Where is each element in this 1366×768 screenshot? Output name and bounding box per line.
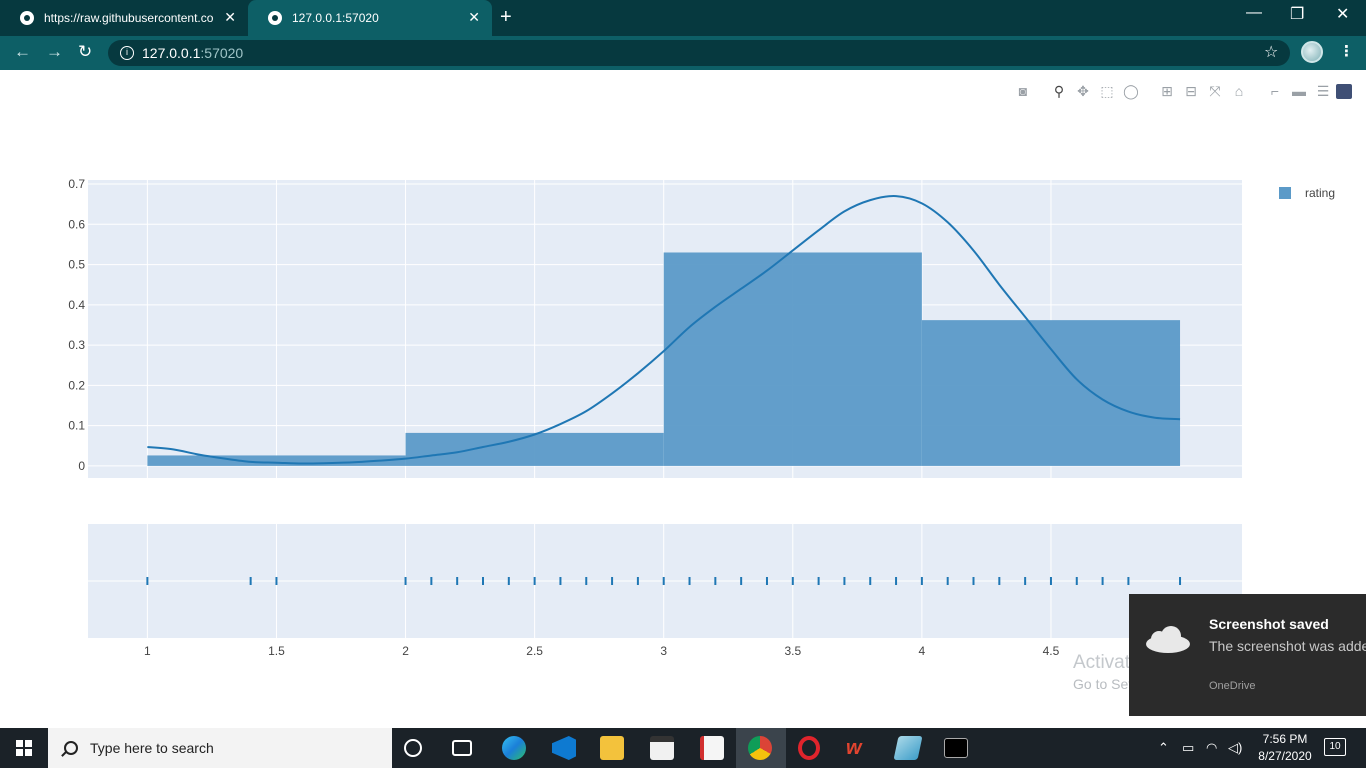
cortana-icon[interactable] xyxy=(404,739,422,757)
toast-source: OneDrive xyxy=(1209,680,1256,692)
wifi-icon[interactable]: ◠ xyxy=(1206,740,1217,756)
legend-item-rating[interactable]: rating xyxy=(1279,186,1335,200)
histogram-bar xyxy=(921,320,1181,466)
clock-time: 7:56 PM xyxy=(1262,732,1308,746)
x-tick-label: 4 xyxy=(919,644,926,658)
file-explorer-icon[interactable] xyxy=(600,736,624,760)
histogram-bar xyxy=(663,252,922,466)
terminal-icon[interactable] xyxy=(944,738,968,758)
y-tick-label: 0.7 xyxy=(68,177,85,191)
windows-start-icon[interactable] xyxy=(16,740,32,756)
y-tick-label: 0.3 xyxy=(68,338,85,352)
x-axis-labels: 1 1.5 2 2.5 3 3.5 4 4.5 xyxy=(144,644,1060,658)
x-tick-label: 1.5 xyxy=(268,644,285,658)
taskbar-search-box[interactable]: Type here to search xyxy=(48,728,392,768)
pdf-icon[interactable] xyxy=(700,736,724,760)
search-icon xyxy=(64,741,78,755)
x-tick-label: 1 xyxy=(144,644,151,658)
toast-title: Screenshot saved xyxy=(1209,616,1329,632)
y-tick-label: 0.2 xyxy=(68,378,85,392)
x-tick-label: 4.5 xyxy=(1043,644,1060,658)
notification-center-icon[interactable]: 10 xyxy=(1324,738,1346,756)
wps-icon[interactable]: w xyxy=(846,736,870,760)
x-tick-label: 2.5 xyxy=(526,644,543,658)
onedrive-toast[interactable]: Screenshot saved The screenshot was adde… xyxy=(1129,594,1366,716)
edge-icon[interactable] xyxy=(502,736,526,760)
y-tick-label: 0.1 xyxy=(68,419,85,433)
taskbar-clock[interactable]: 7:56 PM 8/27/2020 xyxy=(1252,731,1318,765)
opera-icon[interactable] xyxy=(798,736,820,760)
y-tick-label: 0.5 xyxy=(68,258,85,272)
clock-date: 8/27/2020 xyxy=(1258,749,1312,763)
notepad-icon[interactable] xyxy=(893,736,923,760)
x-tick-label: 2 xyxy=(402,644,409,658)
chrome-icon[interactable] xyxy=(748,736,772,760)
task-view-icon[interactable] xyxy=(452,740,472,756)
histogram-bar xyxy=(405,432,664,466)
toast-message: The screenshot was added to OneDrive. xyxy=(1209,638,1366,654)
x-tick-label: 3 xyxy=(660,644,667,658)
store-icon[interactable] xyxy=(650,736,674,760)
vscode-icon[interactable] xyxy=(552,736,576,760)
windows-taskbar: Type here to search w ⌃ ▭ ◠ ◁) 7:56 PM 8… xyxy=(0,728,1366,768)
show-hidden-icons[interactable]: ⌃ xyxy=(1158,740,1169,756)
onedrive-cloud-icon xyxy=(1146,626,1190,653)
y-tick-label: 0.6 xyxy=(68,217,85,231)
y-tick-label: 0.4 xyxy=(68,298,85,312)
volume-icon[interactable]: ◁) xyxy=(1228,740,1242,756)
y-tick-label: 0 xyxy=(78,459,85,473)
legend-label: rating xyxy=(1305,186,1336,200)
search-placeholder: Type here to search xyxy=(90,740,214,756)
y-axis-labels: 0 0.1 0.2 0.3 0.4 0.5 0.6 0.7 xyxy=(68,177,85,473)
legend-swatch xyxy=(1279,187,1291,199)
x-tick-label: 3.5 xyxy=(784,644,801,658)
battery-icon[interactable]: ▭ xyxy=(1182,740,1194,756)
